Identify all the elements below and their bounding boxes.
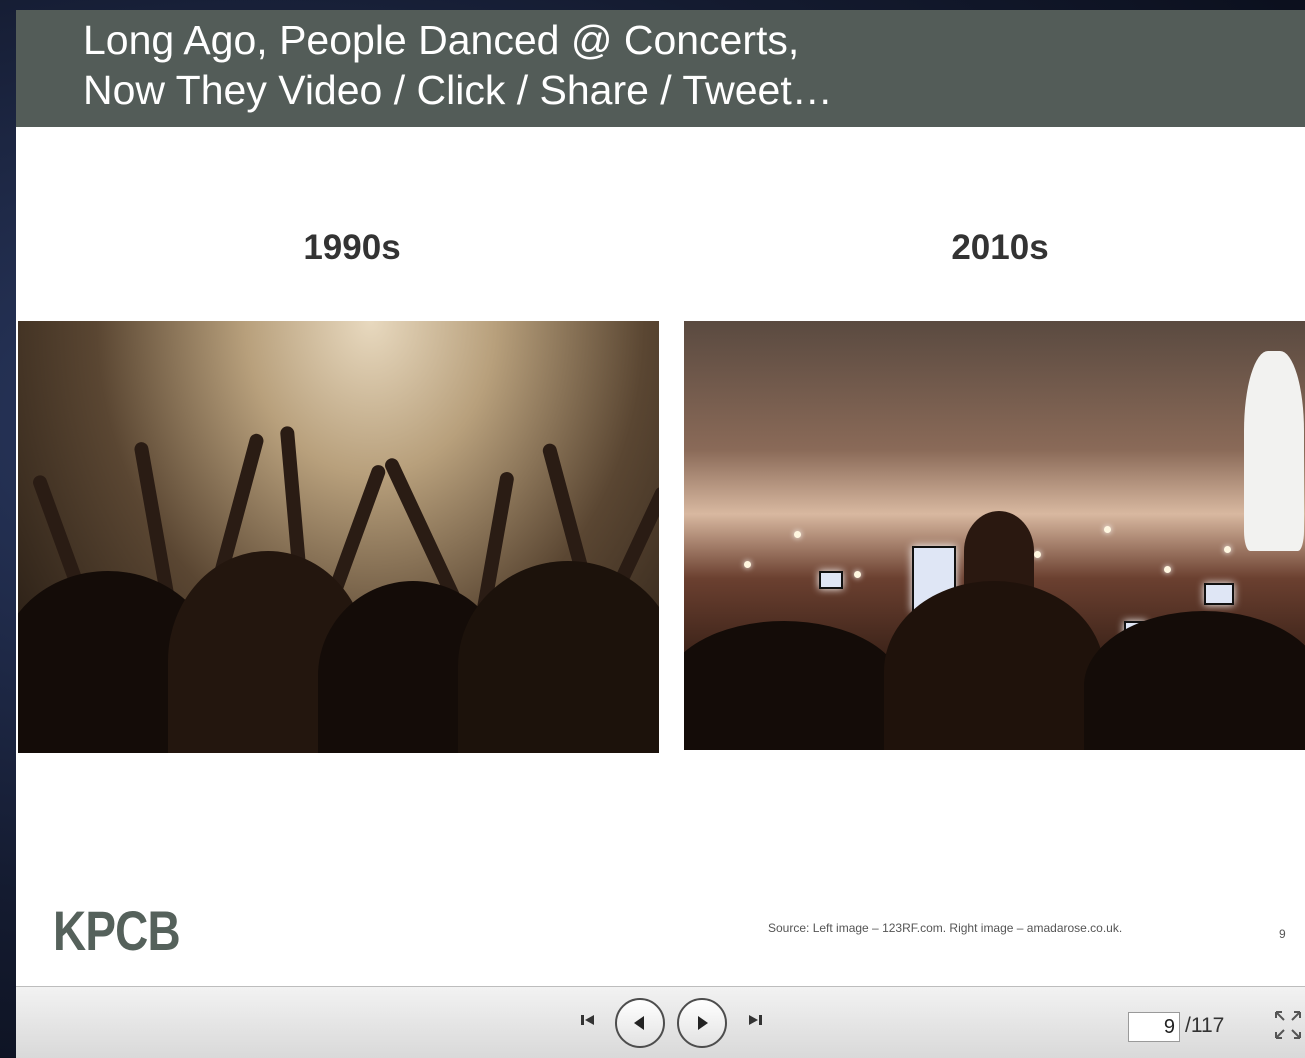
slide-page-number: 9: [1279, 927, 1286, 941]
slide-title-line-2: Now They Video / Click / Share / Tweet…: [83, 67, 833, 113]
first-slide-icon[interactable]: [576, 1012, 600, 1034]
slide-title-bar: Long Ago, People Danced @ Concerts, Now …: [16, 10, 1305, 127]
next-slide-button[interactable]: [677, 998, 727, 1048]
fullscreen-icon[interactable]: [1272, 1008, 1304, 1042]
kpcb-logo: KPCB: [53, 899, 181, 962]
concert-crowd-2010s-photo: [684, 321, 1305, 750]
next-slide-icon: [698, 1016, 708, 1030]
image-source-note: Source: Left image – 123RF.com. Right im…: [768, 921, 1123, 935]
slide: Long Ago, People Danced @ Concerts, Now …: [16, 10, 1305, 986]
last-slide-icon[interactable]: [743, 1012, 767, 1034]
total-pages-label: /117: [1185, 1014, 1225, 1037]
left-image-caption: 1990s: [303, 228, 401, 267]
slide-title-line-1: Long Ago, People Danced @ Concerts,: [83, 17, 800, 63]
previous-slide-button[interactable]: [615, 998, 665, 1048]
right-image-caption: 2010s: [951, 228, 1049, 267]
concert-crowd-1990s-photo: [18, 321, 659, 753]
current-page-input[interactable]: [1128, 1012, 1180, 1042]
previous-slide-icon: [634, 1016, 644, 1030]
